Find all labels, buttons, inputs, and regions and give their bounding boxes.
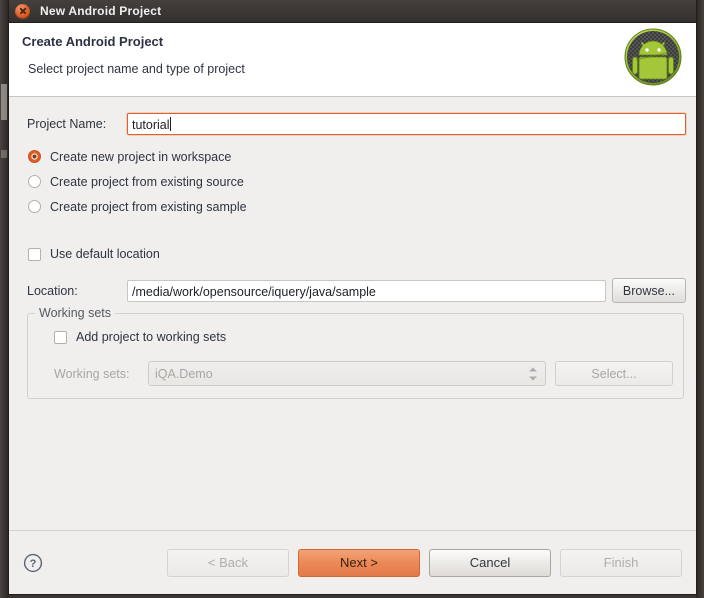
dialog-body: Project Name: tutorial Create new projec… <box>9 97 696 530</box>
text-caret <box>169 117 171 131</box>
android-robot-icon <box>624 28 682 86</box>
working-sets-group-title: Working sets <box>35 306 116 320</box>
help-circle-icon[interactable]: ? <box>23 553 43 573</box>
dialog-footer: ? < Back Next > Cancel Finish <box>9 530 696 594</box>
project-name-label: Project Name: <box>27 117 107 131</box>
next-button[interactable]: Next > <box>298 548 420 577</box>
working-sets-group: Working sets Add project to working sets… <box>27 306 684 399</box>
location-value: /media/work/opensource/iquery/java/sampl… <box>132 284 376 299</box>
radio-option-existing-sample[interactable]: Create project from existing sample <box>19 194 686 219</box>
svg-text:?: ? <box>30 558 37 570</box>
radio-icon-selected[interactable] <box>28 150 41 163</box>
add-project-label: Add project to working sets <box>76 330 227 344</box>
new-android-project-dialog: New Android Project Create Android Proje… <box>9 0 696 594</box>
desktop-right-edge <box>696 0 704 598</box>
working-sets-label: Working sets: <box>54 366 130 381</box>
close-icon[interactable] <box>15 3 30 19</box>
finish-button[interactable]: Finish <box>560 548 682 577</box>
back-button[interactable]: < Back <box>167 548 289 577</box>
background-window-fragment <box>1 150 7 158</box>
radio-label: Create project from existing sample <box>50 199 247 214</box>
page-subtitle: Select project name and type of project <box>28 62 245 76</box>
add-project-to-working-sets-row[interactable]: Add project to working sets <box>38 326 673 348</box>
use-default-location-label: Use default location <box>50 247 160 261</box>
dialog-header: Create Android Project Select project na… <box>9 23 696 97</box>
location-input[interactable]: /media/work/opensource/iquery/java/sampl… <box>127 279 606 302</box>
location-label: Location: <box>27 283 78 298</box>
location-row: Location: /media/work/opensource/iquery/… <box>19 278 686 303</box>
dialog-titlebar: New Android Project <box>9 0 696 23</box>
project-name-input[interactable]: tutorial <box>127 113 686 135</box>
working-sets-value: iQA.Demo <box>155 367 213 381</box>
project-source-radio-group: Create new project in workspace Create p… <box>19 144 686 219</box>
radio-icon[interactable] <box>28 175 41 188</box>
radio-icon[interactable] <box>28 200 41 213</box>
page-title: Create Android Project <box>22 34 164 49</box>
project-name-row: Project Name: tutorial <box>19 113 686 135</box>
window-title: New Android Project <box>40 4 162 18</box>
radio-label: Create project from existing source <box>50 174 244 189</box>
radio-label: Create new project in workspace <box>50 149 232 164</box>
spinner-updown-icon[interactable] <box>529 366 538 381</box>
project-name-value: tutorial <box>132 118 170 132</box>
browse-button[interactable]: Browse... <box>611 278 686 303</box>
use-default-location-row[interactable]: Use default location <box>19 243 686 265</box>
working-sets-combo[interactable]: iQA.Demo <box>148 361 546 386</box>
cancel-button[interactable]: Cancel <box>429 548 551 577</box>
background-window-fragment <box>1 84 7 120</box>
checkbox-icon-add-project[interactable] <box>54 330 67 344</box>
working-sets-select-row: Working sets: iQA.Demo Select... <box>38 361 673 386</box>
radio-option-existing-source[interactable]: Create project from existing source <box>19 169 686 194</box>
background-window-strip <box>0 0 9 598</box>
checkbox-icon-use-default-location[interactable] <box>28 247 41 261</box>
select-working-sets-button[interactable]: Select... <box>555 361 673 386</box>
radio-option-new-workspace[interactable]: Create new project in workspace <box>19 144 686 169</box>
